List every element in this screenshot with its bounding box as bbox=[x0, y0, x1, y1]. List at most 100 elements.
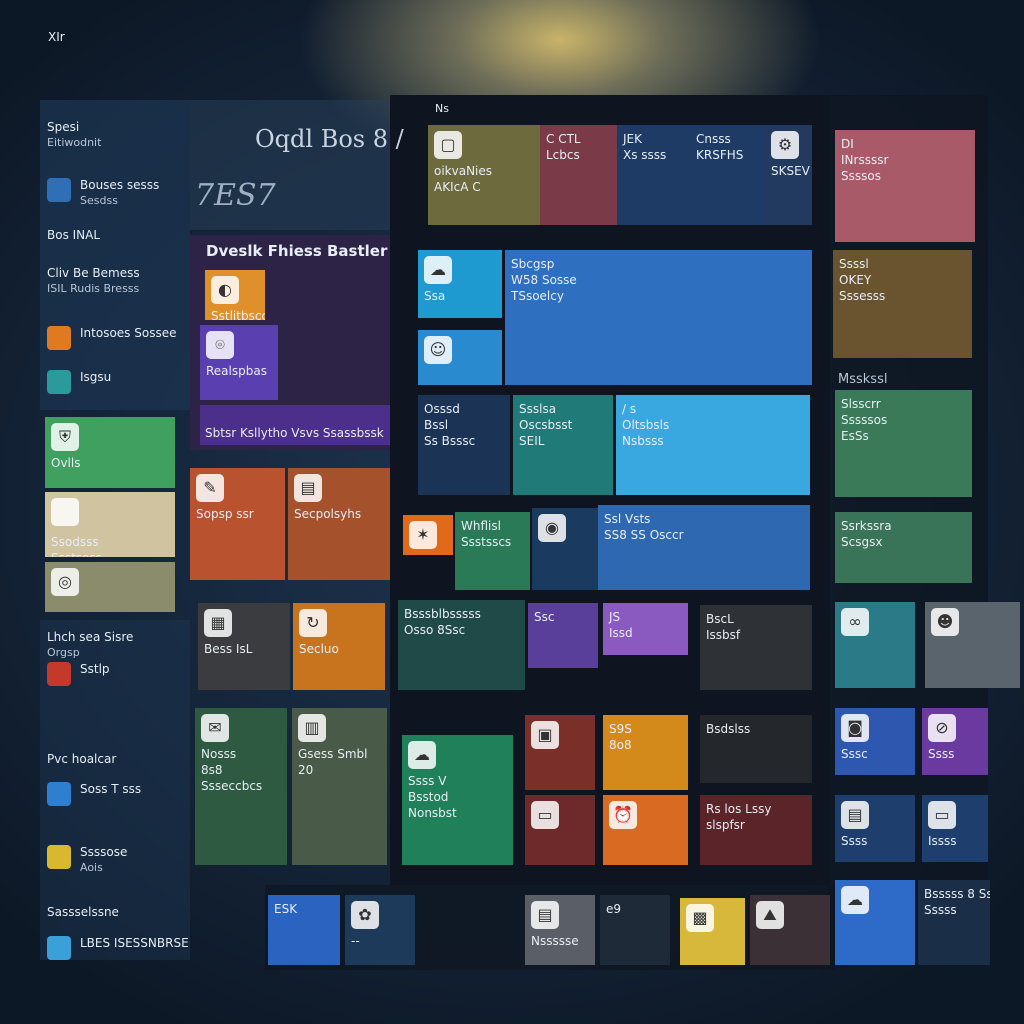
app-tile[interactable]: Ssslsa Oscsbsst SEIL bbox=[513, 395, 613, 495]
app-tile[interactable]: ✎ Sopsp ssr bbox=[190, 468, 285, 580]
app-tile[interactable]: ☺ bbox=[418, 330, 502, 385]
app-tile[interactable]: BscL Issbsf bbox=[700, 605, 812, 690]
tile-label: EsSs bbox=[841, 429, 869, 444]
group-title: Dveslk Fhiess Bastler bbox=[206, 242, 388, 260]
app-tile[interactable]: ▭ Issss bbox=[922, 795, 988, 862]
tile-label: slspfsr bbox=[706, 818, 745, 833]
app-tile[interactable]: ▩ bbox=[680, 898, 745, 965]
sidebar-item-label[interactable]: Ssssose bbox=[80, 845, 127, 859]
app-tile[interactable]: ▥ Gsess Smbl 20 bbox=[292, 708, 387, 865]
sidebar-item-label[interactable]: Sassselssne bbox=[47, 905, 119, 919]
sidebar-item-label[interactable]: Spesi bbox=[47, 120, 79, 134]
app-tile[interactable]: Ssc bbox=[528, 603, 598, 668]
tile-label: Bsssblbsssss bbox=[404, 607, 481, 621]
app-tile[interactable]: ◉ bbox=[532, 508, 598, 590]
tile-label: Ssrkssra bbox=[841, 519, 892, 533]
app-tile[interactable]: ☻ bbox=[925, 602, 1020, 688]
app-tile[interactable]: / s Oltsbsls Nsbsss bbox=[616, 395, 810, 495]
sidebar-item-sublabel: Orgsp bbox=[47, 646, 80, 659]
app-tile[interactable]: C CTL Lcbcs bbox=[540, 125, 617, 225]
sidebar-item-label[interactable]: Sstlp bbox=[80, 662, 110, 676]
tile-label: Ssslsa bbox=[519, 402, 557, 416]
app-tile[interactable]: ▣ bbox=[525, 715, 595, 790]
app-tile[interactable]: ⊘ Ssss bbox=[922, 708, 988, 775]
app-tile[interactable]: ↻ Secluo bbox=[293, 603, 385, 690]
app-tile[interactable]: ⌾ Realspbas bbox=[200, 325, 278, 400]
app-tile[interactable]: ▦ Bess IsL bbox=[198, 603, 290, 690]
app-tile[interactable]: Whflisl Ssstsscs bbox=[455, 512, 530, 590]
app-tile[interactable]: SsodsssSsstsoss bbox=[45, 492, 175, 557]
tile-label: ESK bbox=[274, 902, 298, 916]
sidebar-item-label[interactable]: Cliv Be Bemess bbox=[47, 266, 140, 280]
app-icon: ▩ bbox=[686, 904, 714, 932]
app-tile[interactable]: JEK Xs ssss bbox=[617, 125, 690, 225]
app-tile[interactable]: DI INrssssr Ssssos bbox=[835, 130, 975, 242]
tile-label: Nosss bbox=[201, 747, 237, 761]
app-tile[interactable]: Ssssl OKEY Sssesss bbox=[833, 250, 972, 358]
app-tile[interactable]: ☁ Ssa bbox=[418, 250, 502, 318]
tile-label: Nonsbst bbox=[408, 806, 457, 821]
tile-label: OKEY bbox=[839, 273, 872, 288]
app-tile[interactable]: ✉ Nosss 8s8 Ssseccbcs bbox=[195, 708, 287, 865]
app-tile[interactable]: ▤ Nssssse bbox=[525, 895, 595, 965]
left-header-title: Oqdl Bos 8 / bbox=[255, 125, 404, 153]
app-tile[interactable]: JS Issd bbox=[603, 603, 688, 655]
app-tile[interactable]: Bsdslss bbox=[700, 715, 812, 783]
tile-label: Lcbcs bbox=[546, 148, 580, 163]
app-tile[interactable]: ▤ Secpolsyhs bbox=[288, 468, 390, 580]
app-tile[interactable]: ☁ Ssss V Bsstod Nonsbst bbox=[402, 735, 513, 865]
app-tile[interactable]: ESK bbox=[268, 895, 340, 965]
tile-label: W58 Sosse bbox=[511, 273, 577, 288]
app-tile[interactable]: S9S 8o8 bbox=[603, 715, 688, 790]
app-tile[interactable]: ⏰ bbox=[603, 795, 688, 865]
app-tile[interactable]: Bsssss 8 Ss Sssss bbox=[918, 880, 990, 965]
sidebar-item-label[interactable]: LBES ISESSNBRSE bbox=[80, 936, 189, 950]
chat-icon bbox=[47, 370, 71, 394]
app-tile[interactable]: Osssd Bssl Ss Bsssc bbox=[418, 395, 510, 495]
app-tile[interactable]: ✶ bbox=[403, 515, 453, 555]
tile-label: Rs los Lssy bbox=[706, 802, 772, 816]
sidebar-item-label[interactable]: Bouses sesss bbox=[80, 178, 159, 192]
app-tile[interactable]: Cnsss KRSFHS bbox=[690, 125, 765, 225]
alarm-icon: ⏰ bbox=[609, 801, 637, 829]
sidebar-item-label[interactable]: Isgsu bbox=[80, 370, 111, 384]
app-tile[interactable]: Slsscrr Sssssos EsSs bbox=[835, 390, 972, 497]
app-tile[interactable]: e9 bbox=[600, 895, 670, 965]
app-tile[interactable]: Sbcgsp W58 Sosse TSsoelcy bbox=[505, 250, 812, 385]
app-tile[interactable]: ▭ bbox=[525, 795, 595, 865]
app-tile[interactable]: Ssl Vsts SS8 SS Osccr bbox=[598, 505, 810, 590]
tile-label: Gsess Smbl bbox=[298, 747, 368, 761]
sidebar-item-label[interactable]: Lhch sea Sisre bbox=[47, 630, 133, 644]
app-tile[interactable]: ⚙ SKSEV bbox=[765, 125, 812, 225]
app-tile[interactable]: ⛨ Ovlls bbox=[45, 417, 175, 488]
tile-label: Osssd bbox=[424, 402, 460, 416]
app-tile[interactable]: Bsssblbsssss Osso 8Ssc bbox=[398, 600, 525, 690]
sidebar-item-label[interactable]: Soss T sss bbox=[80, 782, 141, 796]
star-icon: ✶ bbox=[409, 521, 437, 549]
pen-icon: ✎ bbox=[196, 474, 224, 502]
plant-icon: ✿ bbox=[351, 901, 379, 929]
tile-label: Ssa bbox=[424, 289, 446, 303]
app-tile[interactable]: Rs los Lssy slspfsr bbox=[700, 795, 812, 865]
link-icon: ∞ bbox=[841, 608, 869, 636]
tile-label: Oltsbsls bbox=[622, 418, 670, 433]
app-tile[interactable]: ◙ Sssc bbox=[835, 708, 915, 775]
tile-label: Ssss bbox=[928, 747, 955, 761]
app-tile[interactable]: ☁ bbox=[835, 880, 915, 965]
sidebar-item-label[interactable]: Bos INAL bbox=[47, 228, 100, 242]
tile-label: Ssstsscs bbox=[461, 535, 512, 550]
app-tile[interactable]: ⛰ bbox=[750, 895, 830, 965]
sidebar-item-label[interactable]: Pvc hoalcar bbox=[47, 752, 116, 766]
app-tile[interactable]: ▢ oikvaNies AKIcA C bbox=[428, 125, 540, 225]
tile-label: Ssss V bbox=[408, 774, 447, 788]
app-tile[interactable]: ◎ bbox=[45, 562, 175, 612]
sync-icon: ↻ bbox=[299, 609, 327, 637]
sidebar-item-label[interactable]: Intosoes Sossee bbox=[80, 326, 176, 340]
app-tile[interactable]: ▤ Ssss bbox=[835, 795, 915, 862]
app-tile[interactable]: ∞ bbox=[835, 602, 915, 688]
chat-icon: ✉ bbox=[201, 714, 229, 742]
app-tile[interactable]: ◐ Sstlitbsccscr bbox=[205, 270, 265, 320]
app-tile[interactable]: ✿ -- bbox=[345, 895, 415, 965]
app-tile[interactable]: Ssrkssra Scsgsx bbox=[835, 512, 972, 583]
tile-label: Sstlitbsccscr bbox=[211, 309, 265, 320]
